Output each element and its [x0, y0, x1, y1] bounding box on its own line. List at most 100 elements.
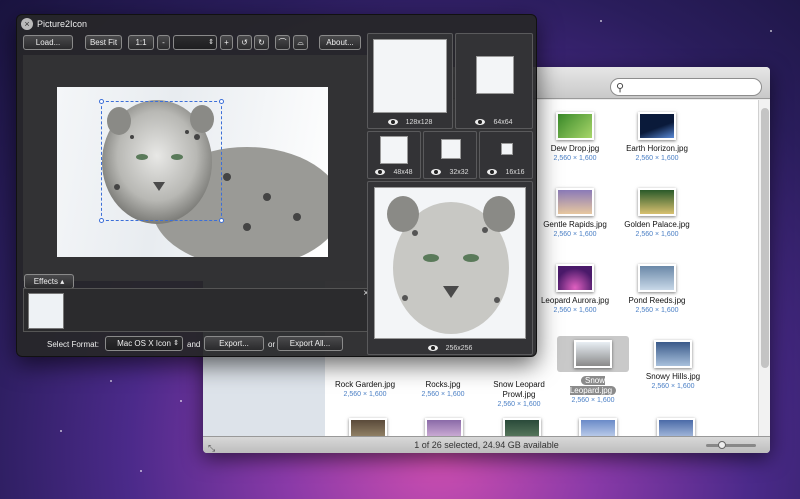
file-name: Pond Reeds.jpg: [628, 296, 686, 305]
preview-image: [501, 143, 513, 155]
file-item[interactable]: Gentle Rapids.jpg 2,560 × 1,600: [535, 188, 615, 239]
search-field[interactable]: ⚲: [610, 78, 762, 96]
preview-128: 128x128: [367, 33, 453, 129]
preview-64: 64x64: [455, 33, 533, 129]
file-dimensions: 2,560 × 1,600: [635, 307, 679, 314]
file-name: Earth Horizon.jpg: [626, 144, 688, 153]
eye-icon[interactable]: [375, 169, 386, 176]
file-thumbnail: [638, 264, 676, 292]
rotate-left-icon[interactable]: ↺: [237, 35, 252, 50]
eye-icon[interactable]: [475, 119, 486, 126]
preview-size-label: 128x128: [405, 119, 433, 126]
slider-knob[interactable]: [718, 441, 726, 449]
eye-icon[interactable]: [427, 345, 438, 352]
preview-image: [374, 187, 526, 339]
flip-vertical-icon[interactable]: ⌓: [293, 35, 308, 50]
file-dimensions: 2,560 × 1,600: [553, 155, 597, 162]
export-all-button[interactable]: Export All...: [277, 336, 343, 351]
file-dimensions: 2,560 × 1,600: [343, 391, 387, 398]
zoom-in-button[interactable]: +: [220, 35, 233, 50]
stepper-icon[interactable]: ⇕: [208, 36, 214, 49]
about-button[interactable]: About...: [319, 35, 361, 50]
format-value: Mac OS X Icon: [117, 339, 171, 348]
preview-16: 16x16: [479, 131, 533, 179]
zoom-out-button[interactable]: -: [157, 35, 170, 50]
file-dimensions: 2,560 × 1,600: [553, 231, 597, 238]
preview-32: 32x32: [423, 131, 477, 179]
ratio-1-1-button[interactable]: 1:1: [128, 35, 154, 50]
status-text: 1 of 26 selected, 24.94 GB available: [414, 440, 559, 450]
eye-icon[interactable]: [431, 169, 442, 176]
and-label: and: [187, 340, 201, 349]
file-item[interactable]: Pond Reeds.jpg 2,560 × 1,600: [617, 264, 697, 315]
crop-selection[interactable]: [99, 99, 224, 223]
file-item-selected[interactable]: Snow Leopard.jpg 2,560 × 1,600: [557, 336, 629, 405]
file-name: Leopard Aurora.jpg: [540, 296, 610, 305]
effects-panel: ×: [23, 288, 373, 332]
search-icon: ⚲: [616, 82, 625, 94]
file-thumbnail: [638, 112, 676, 140]
title-bar: × Picture2Icon: [17, 15, 536, 33]
preview-image: [441, 139, 461, 159]
status-bar: ⤡ 1 of 26 selected, 24.94 GB available: [203, 436, 770, 453]
zoom-field[interactable]: ⇕: [173, 35, 217, 50]
file-item[interactable]: Leopard Aurora.jpg 2,560 × 1,600: [535, 264, 615, 315]
crop-handle[interactable]: [99, 218, 104, 223]
file-item[interactable]: Snowy Hills.jpg 2,560 × 1,600: [633, 340, 713, 391]
file-name: Dew Drop.jpg: [550, 144, 600, 153]
vertical-scrollbar[interactable]: [758, 100, 770, 436]
resize-grip-icon[interactable]: ⤡: [208, 440, 215, 453]
file-thumbnail: [638, 188, 676, 216]
effects-label: Effects: [33, 277, 59, 286]
file-item[interactable]: Golden Palace.jpg 2,560 × 1,600: [617, 188, 697, 239]
file-item[interactable]: Dew Drop.jpg 2,560 × 1,600: [535, 112, 615, 163]
preview-size-label: 48x48: [393, 169, 413, 176]
scroll-thumb[interactable]: [761, 108, 769, 368]
window-title: Picture2Icon: [37, 19, 88, 29]
preview-size-label: 16x16: [505, 169, 525, 176]
icon-size-slider[interactable]: [706, 441, 756, 449]
select-format-label: Select Format:: [47, 340, 100, 349]
preview-size-label: 64x64: [493, 119, 513, 126]
selection-highlight: [557, 336, 629, 372]
flip-horizontal-icon[interactable]: ⌒: [275, 35, 290, 50]
preview-image: [373, 39, 447, 113]
file-name: Gentle Rapids.jpg: [543, 220, 607, 229]
picture2icon-window: × Picture2Icon Load... Best Fit 1:1 - ⇕ …: [16, 14, 537, 357]
file-item[interactable]: Earth Horizon.jpg 2,560 × 1,600: [617, 112, 697, 163]
preview-size-label: 256x256: [445, 345, 473, 352]
file-dimensions: 2,560 × 1,600: [553, 307, 597, 314]
file-thumbnail: [654, 340, 692, 368]
file-thumbnail: [574, 340, 612, 368]
crop-handle[interactable]: [219, 218, 224, 223]
file-name: Snowy Hills.jpg: [645, 372, 701, 381]
preview-image: [476, 56, 514, 94]
file-dimensions: 2,560 × 1,600: [571, 397, 615, 404]
snow-leopard-preview: [387, 196, 515, 334]
effects-button[interactable]: Effects ▴: [24, 274, 74, 289]
file-dimensions: 2,560 × 1,600: [421, 391, 465, 398]
file-name: Snow Leopard.jpg: [569, 376, 617, 395]
effect-preset-thumb[interactable]: [28, 293, 64, 329]
crop-handle[interactable]: [99, 99, 104, 104]
file-thumbnail: [556, 112, 594, 140]
best-fit-button[interactable]: Best Fit: [85, 35, 122, 50]
crop-handle[interactable]: [219, 99, 224, 104]
format-select[interactable]: Mac OS X Icon ⇕: [105, 336, 183, 351]
load-button[interactable]: Load...: [23, 35, 73, 50]
preview-48: 48x48: [367, 131, 421, 179]
file-thumbnail: [556, 188, 594, 216]
eye-icon[interactable]: [387, 119, 398, 126]
file-name: Rock Garden.jpg: [334, 380, 396, 389]
preview-image: [380, 136, 408, 164]
chevron-up-icon: ▴: [60, 277, 65, 286]
file-name: Golden Palace.jpg: [624, 220, 690, 229]
file-dimensions: 2,560 × 1,600: [635, 155, 679, 162]
file-thumbnail: [556, 264, 594, 292]
preview-size-label: 32x32: [449, 169, 469, 176]
file-name: Snow Leopard Prowl.jpg: [493, 380, 545, 399]
export-button[interactable]: Export...: [204, 336, 264, 351]
eye-icon[interactable]: [487, 169, 498, 176]
close-icon[interactable]: ×: [21, 18, 33, 30]
rotate-right-icon[interactable]: ↻: [254, 35, 269, 50]
